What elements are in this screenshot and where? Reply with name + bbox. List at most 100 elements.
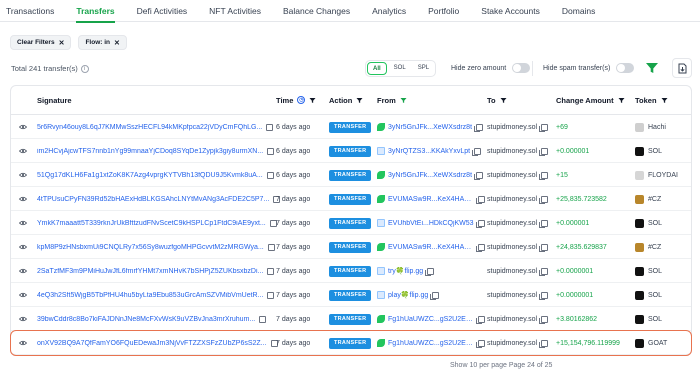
copy-icon[interactable]: [267, 291, 275, 299]
signature-link[interactable]: 5r6Rvyn46ouy8L6qJ7KMMwSszHECFL94kMKpfpca…: [37, 124, 262, 131]
signature-link[interactable]: 2SaTzfMF3m9PMiHuJwJfL6fmrfYHMt7xmNHvK7bS…: [37, 268, 263, 275]
eye-icon[interactable]: [19, 172, 27, 178]
table-row[interactable]: kpM8P9zHNsbxmUi9CNQLRy7x56Sy8wuzfgoMHPGc…: [11, 235, 691, 259]
token-link[interactable]: FLOYDAI: [648, 172, 678, 179]
table-row[interactable]: 2SaTzfMF3m9PMiHuJwJfL6fmrfYHMt7xmNHvK7bS…: [11, 259, 691, 283]
tab-balance-changes[interactable]: Balance Changes: [283, 0, 350, 22]
clock-icon[interactable]: ◷: [297, 96, 306, 104]
to-address[interactable]: stupidmoney.sol: [487, 172, 537, 179]
from-address-link[interactable]: EVUMASw9R...KeX4HAmK93: [388, 244, 474, 251]
copy-icon[interactable]: [472, 147, 482, 156]
table-row[interactable]: 51Qg17dKLH6Fa1g1xtZoK8K7Azg4vprgKYTVBh13…: [11, 163, 691, 187]
token-link[interactable]: GOAT: [648, 340, 667, 347]
tab-nft-activities[interactable]: NFT Activities: [209, 0, 261, 22]
copy-icon[interactable]: [476, 339, 485, 348]
to-address[interactable]: stupidmoney.sol: [487, 268, 537, 275]
flow-filter-chip[interactable]: Flow: in ✕: [78, 35, 127, 50]
eye-icon[interactable]: [19, 196, 27, 202]
to-address[interactable]: stupidmoney.sol: [487, 196, 537, 203]
signature-link[interactable]: 4eQ3h2Sft5WjgB5TbPfHU4hu5byLta9Ebu853uGr…: [37, 292, 263, 299]
token-link[interactable]: SOL: [648, 292, 662, 299]
copy-icon[interactable]: [539, 291, 549, 300]
eye-icon[interactable]: [19, 124, 27, 130]
signature-link[interactable]: 4tTPUsuCPyFN39Rd52bHAExHdBLKGSAhcLNYtMvA…: [37, 196, 269, 203]
eye-icon[interactable]: [19, 220, 27, 226]
signature-link[interactable]: kpM8P9zHNsbxmUi9CNQLRy7x56Sy8wuzfgoMHPGc…: [37, 244, 264, 251]
per-page-select[interactable]: 10: [469, 362, 477, 369]
token-link[interactable]: SOL: [648, 148, 662, 155]
from-address-link[interactable]: Fg1hUaUWZC...gS2U2EK14H: [388, 340, 474, 347]
copy-icon[interactable]: [266, 171, 274, 179]
copy-icon[interactable]: [539, 267, 549, 276]
copy-icon[interactable]: [267, 243, 275, 251]
signature-link[interactable]: onXV92BQ9A7QfFamYO6FQuEDewaJm3NjVvFTZZXS…: [37, 340, 267, 347]
copy-icon[interactable]: [430, 291, 440, 300]
tab-transactions[interactable]: Transactions: [6, 0, 54, 22]
copy-icon[interactable]: [474, 123, 484, 132]
to-address[interactable]: stupidmoney.sol: [487, 148, 537, 155]
table-row[interactable]: 39bwCddr8c8Bo7kiFAJDNnJNe8McFXvWsK9uVZBv…: [11, 307, 691, 331]
copy-icon[interactable]: [267, 147, 275, 155]
eye-icon[interactable]: [19, 340, 27, 346]
eye-icon[interactable]: [19, 244, 27, 250]
copy-icon[interactable]: [539, 315, 549, 324]
copy-icon[interactable]: [476, 195, 485, 204]
info-icon[interactable]: i: [80, 64, 89, 73]
signature-link[interactable]: 51Qg17dKLH6Fa1g1xtZoK8K7Azg4vprgKYTVBh13…: [37, 172, 263, 179]
tab-analytics[interactable]: Analytics: [372, 0, 406, 22]
from-address-link[interactable]: 3yNr5GnJFk...XeWXsdrz8t: [388, 124, 472, 131]
copy-icon[interactable]: [539, 195, 549, 204]
filter-icon[interactable]: [645, 61, 659, 75]
token-link[interactable]: SOL: [648, 316, 662, 323]
copy-icon[interactable]: [475, 219, 485, 228]
from-address-link[interactable]: EVUhbVtEi...HDkCQjKW53: [388, 220, 474, 227]
filter-icon[interactable]: [661, 97, 668, 104]
close-icon[interactable]: ✕: [59, 39, 65, 47]
from-address-link[interactable]: 3yNrQTZS3...KKAkYxvLpt: [388, 148, 470, 155]
token-link[interactable]: SOL: [648, 268, 662, 275]
tab-defi-activities[interactable]: Defi Activities: [137, 0, 188, 22]
token-link[interactable]: #CZ: [648, 196, 661, 203]
eye-icon[interactable]: [19, 268, 27, 274]
filter-icon[interactable]: [400, 97, 407, 104]
close-icon[interactable]: ✕: [114, 39, 120, 47]
to-address[interactable]: stupidmoney.sol: [487, 220, 537, 227]
eye-icon[interactable]: [19, 148, 27, 154]
token-link[interactable]: Hachi: [648, 124, 666, 131]
copy-icon[interactable]: [539, 219, 549, 228]
copy-icon[interactable]: [539, 123, 549, 132]
copy-icon[interactable]: [474, 171, 484, 180]
copy-icon[interactable]: [266, 123, 274, 131]
from-address-link[interactable]: EVUMASw9R...KeX4HAmK93: [388, 196, 474, 203]
download-button[interactable]: [672, 58, 692, 78]
table-row[interactable]: YmkK7maaatt5T339rknJrUkBfttzudFNvScetC9k…: [11, 211, 691, 235]
copy-icon[interactable]: [476, 315, 485, 324]
to-address[interactable]: stupidmoney.sol: [487, 124, 537, 131]
table-row[interactable]: 4tTPUsuCPyFN39Rd52bHAExHdBLKGSAhcLNYtMvA…: [11, 187, 691, 211]
from-address-link[interactable]: try🍀flip.gg: [388, 267, 423, 275]
table-row[interactable]: 5r6Rvyn46ouy8L6qJ7KMMwSszHECFL94kMKpfpca…: [11, 115, 691, 139]
table-row[interactable]: onXV92BQ9A7QfFamYO6FQuEDewaJm3NjVvFTZZXS…: [10, 330, 692, 356]
signature-link[interactable]: 39bwCddr8c8Bo7kiFAJDNnJNe8McFXvWsK9uVZBv…: [37, 316, 255, 323]
to-address[interactable]: stupidmoney.sol: [487, 340, 537, 347]
eye-icon[interactable]: [19, 292, 27, 298]
filter-icon[interactable]: [500, 97, 507, 104]
segment-spl[interactable]: SPL: [413, 62, 434, 75]
segment-all[interactable]: All: [367, 62, 387, 75]
filter-icon[interactable]: [309, 97, 316, 104]
copy-icon[interactable]: [539, 171, 549, 180]
from-address-link[interactable]: 3yNr5GnJFk...XeWXsdrz8t: [388, 172, 472, 179]
token-link[interactable]: SOL: [648, 220, 662, 227]
filter-icon[interactable]: [618, 97, 625, 104]
table-row[interactable]: 4eQ3h2Sft5WjgB5TbPfHU4hu5byLta9Ebu853uGr…: [11, 283, 691, 307]
copy-icon[interactable]: [539, 339, 549, 348]
tab-portfolio[interactable]: Portfolio: [428, 0, 459, 22]
copy-icon[interactable]: [539, 147, 549, 156]
tab-stake-accounts[interactable]: Stake Accounts: [481, 0, 540, 22]
copy-icon[interactable]: [539, 243, 549, 252]
from-address-link[interactable]: play🍀flip.gg: [388, 291, 428, 299]
to-address[interactable]: stupidmoney.sol: [487, 292, 537, 299]
copy-icon[interactable]: [267, 267, 275, 275]
copy-icon[interactable]: [425, 267, 435, 276]
signature-link[interactable]: YmkK7maaatt5T339rknJrUkBfttzudFNvScetC9k…: [37, 220, 266, 227]
